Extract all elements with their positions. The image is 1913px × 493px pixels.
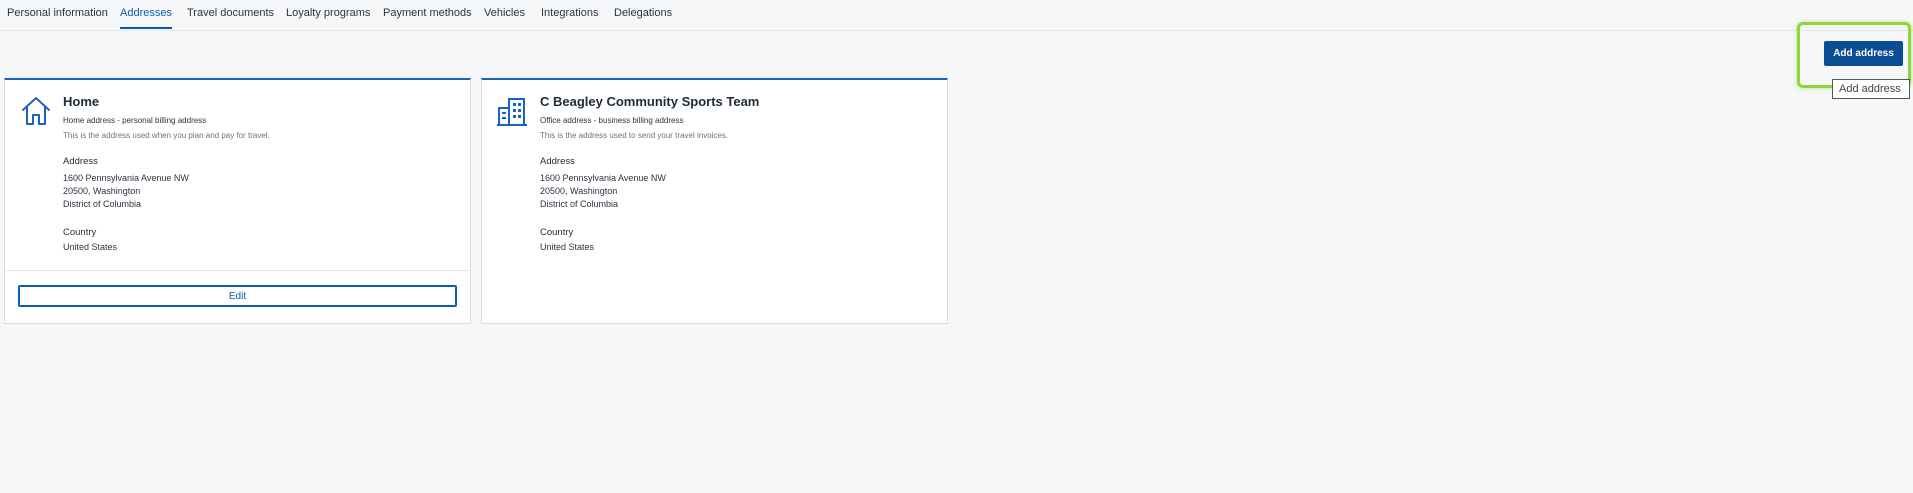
address-label: Address	[540, 156, 575, 167]
tab-addresses[interactable]: Addresses	[120, 0, 172, 29]
address-line: 20500, Washington	[63, 186, 141, 196]
address-line: District of Columbia	[540, 199, 619, 209]
edit-button[interactable]: Edit	[18, 285, 457, 307]
home-icon	[19, 94, 53, 128]
home-address-card: Home Home address - personal billing add…	[4, 78, 471, 324]
tab-integrations[interactable]: Integrations	[541, 0, 598, 29]
address-label: Address	[63, 156, 98, 167]
country-label: Country	[63, 227, 97, 238]
card-subtitle: Home address - personal billing address	[63, 116, 207, 125]
address-line: 1600 Pennsylvania Avenue NW	[540, 173, 666, 183]
card-title: C Beagley Community Sports Team	[540, 94, 760, 109]
office-address-card: C Beagley Community Sports Team Office a…	[481, 78, 948, 324]
card-title: Home	[63, 94, 100, 109]
tab-personal-information[interactable]: Personal information	[7, 0, 108, 29]
profile-tabs: Personal information Addresses Travel do…	[0, 0, 1913, 31]
country-label: Country	[540, 227, 574, 238]
tab-delegations[interactable]: Delegations	[614, 0, 672, 29]
address-line: District of Columbia	[63, 199, 142, 209]
tab-vehicles[interactable]: Vehicles	[484, 0, 525, 29]
office-building-icon	[496, 94, 530, 128]
address-line: 1600 Pennsylvania Avenue NW	[63, 173, 189, 183]
tab-payment-methods[interactable]: Payment methods	[383, 0, 472, 29]
add-address-tooltip: Add address	[1832, 79, 1910, 99]
tab-loyalty-programs[interactable]: Loyalty programs	[286, 0, 370, 29]
address-line: 20500, Washington	[540, 186, 618, 196]
card-subtitle: Office address - business billing addres…	[540, 116, 684, 125]
card-description: This is the address used to send your tr…	[540, 131, 729, 140]
card-description: This is the address used when you plan a…	[63, 131, 270, 140]
card-divider	[5, 270, 470, 271]
country-value: United States	[63, 242, 118, 252]
tab-travel-documents[interactable]: Travel documents	[187, 0, 274, 29]
add-address-button[interactable]: Add address	[1824, 41, 1903, 66]
country-value: United States	[540, 242, 595, 252]
